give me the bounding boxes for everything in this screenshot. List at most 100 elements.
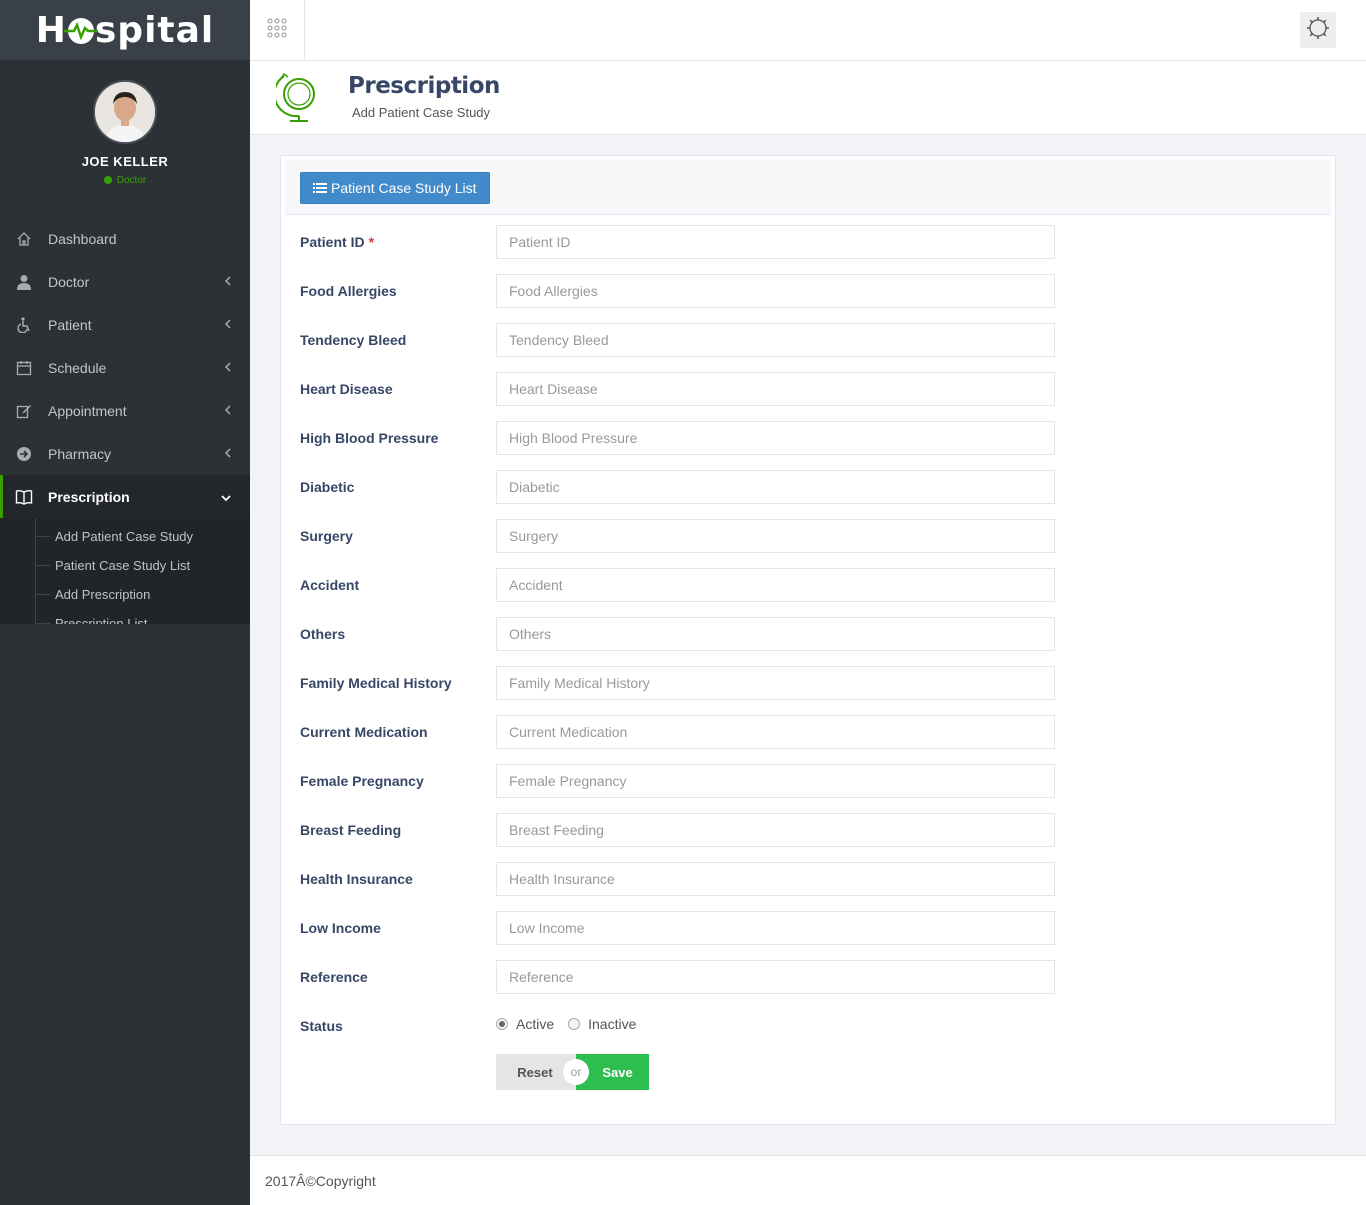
submenu-item-prescription-list[interactable]: Prescription List	[0, 609, 250, 624]
sidebar-item-label: Pharmacy	[48, 445, 112, 462]
health-insurance-input[interactable]	[496, 862, 1055, 896]
form-row-low-income: Low Income	[300, 911, 1060, 954]
patient-case-study-list-button[interactable]: Patient Case Study List	[300, 172, 490, 204]
status-label: Status	[300, 1018, 343, 1034]
content-header: Prescription Add Patient Case Study	[250, 61, 1366, 135]
status-inactive-label[interactable]: Inactive	[588, 1016, 636, 1032]
hospital-logo[interactable]: H spital	[36, 10, 215, 51]
avatar[interactable]	[93, 80, 157, 144]
sidebar: H spital JOE KELLER Doctor Dashboard Doc…	[0, 0, 250, 1205]
logo-text-end: spital	[94, 9, 215, 51]
form-row-heart-disease: Heart Disease	[300, 372, 1060, 415]
chevron-down-icon	[220, 489, 232, 505]
heart-disease-label: Heart Disease	[300, 381, 393, 397]
footer: 2017Â©Copyright	[250, 1155, 1366, 1205]
accident-input[interactable]	[496, 568, 1055, 602]
sidebar-item-schedule[interactable]: Schedule	[0, 346, 250, 389]
settings-button[interactable]	[1300, 12, 1336, 48]
form-row-accident: Accident	[300, 568, 1060, 611]
submenu-item-patient-case-study-list[interactable]: Patient Case Study List	[0, 551, 250, 580]
heartbeat-logo-icon	[63, 18, 98, 44]
reference-input[interactable]	[496, 960, 1055, 994]
chevron-left-icon	[224, 446, 232, 462]
user-profile: JOE KELLER Doctor	[0, 60, 250, 210]
apps-grid-button[interactable]	[250, 0, 305, 60]
home-icon	[15, 230, 33, 248]
others-input[interactable]	[496, 617, 1055, 651]
or-separator: or	[563, 1059, 589, 1085]
wheelchair-icon	[15, 316, 33, 334]
arrow-circle-icon	[15, 445, 33, 463]
list-button-label: Patient Case Study List	[331, 180, 477, 196]
form-row-female-pregnancy: Female Pregnancy	[300, 764, 1060, 807]
status-active-radio[interactable]	[496, 1018, 508, 1030]
surgery-label: Surgery	[300, 528, 353, 544]
form-row-food-allergies: Food Allergies	[300, 274, 1060, 317]
book-icon	[15, 488, 33, 506]
page-title: Prescription	[348, 73, 500, 99]
sidebar-item-prescription[interactable]: Prescription	[0, 475, 250, 518]
surgery-input[interactable]	[496, 519, 1055, 553]
form-row-others: Others	[300, 617, 1060, 660]
high-blood-pressure-label: High Blood Pressure	[300, 430, 439, 446]
female-pregnancy-input[interactable]	[496, 764, 1055, 798]
form-row-surgery: Surgery	[300, 519, 1060, 562]
food-allergies-label: Food Allergies	[300, 283, 397, 299]
form-row-health-insurance: Health Insurance	[300, 862, 1060, 905]
sidebar-item-patient[interactable]: Patient	[0, 303, 250, 346]
sidebar-item-doctor[interactable]: Doctor	[0, 260, 250, 303]
tendency-bleed-input[interactable]	[496, 323, 1055, 357]
required-marker: *	[368, 234, 375, 250]
sidebar-item-appointment[interactable]: Appointment	[0, 389, 250, 432]
heart-disease-input[interactable]	[496, 372, 1055, 406]
diabetic-label: Diabetic	[300, 479, 355, 495]
page-subtitle: Add Patient Case Study	[352, 105, 491, 120]
family-medical-history-input[interactable]	[496, 666, 1055, 700]
breast-feeding-input[interactable]	[496, 813, 1055, 847]
tendency-bleed-label: Tendency Bleed	[300, 332, 407, 348]
form-row-family-medical-history: Family Medical History	[300, 666, 1060, 709]
logo-text-start: H	[35, 9, 67, 51]
form-row-status: Status Active Inactive	[300, 1016, 1060, 1052]
calendar-icon	[15, 359, 33, 377]
user-name: JOE KELLER	[81, 154, 169, 169]
sidebar-item-pharmacy[interactable]: Pharmacy	[0, 432, 250, 475]
status-inactive-radio[interactable]	[568, 1018, 581, 1030]
current-medication-label: Current Medication	[300, 724, 428, 740]
sidebar-item-label: Prescription	[48, 488, 130, 505]
gear-icon	[1306, 16, 1330, 45]
submenu-item-add-prescription[interactable]: Add Prescription	[0, 580, 250, 609]
low-income-input[interactable]	[496, 911, 1055, 945]
sidebar-item-dashboard[interactable]: Dashboard	[0, 217, 250, 260]
form-row-diabetic: Diabetic	[300, 470, 1060, 513]
user-role-label: Doctor	[116, 175, 147, 186]
food-allergies-input[interactable]	[496, 274, 1055, 308]
breast-feeding-label: Breast Feeding	[300, 822, 402, 838]
edit-icon	[15, 402, 33, 420]
sidebar-item-label: Schedule	[48, 359, 107, 376]
patient-id-label-text: Patient ID	[300, 234, 365, 250]
form-panel: Patient Case Study List Patient ID* Food…	[280, 155, 1336, 1125]
form-row-tendency-bleed: Tendency Bleed	[300, 323, 1060, 366]
family-medical-history-label: Family Medical History	[300, 675, 452, 691]
submenu-item-add-patient-case-study[interactable]: Add Patient Case Study	[0, 522, 250, 551]
female-pregnancy-label: Female Pregnancy	[300, 773, 424, 789]
copyright-text: 2017Â©Copyright	[265, 1172, 376, 1189]
chevron-left-icon	[224, 274, 232, 290]
prescription-submenu: Add Patient Case Study Patient Case Stud…	[0, 518, 250, 624]
logo-bar[interactable]: H spital	[0, 0, 250, 60]
patient-id-label: Patient ID *	[300, 234, 374, 250]
sidebar-item-label: Dashboard	[48, 230, 117, 247]
list-icon	[313, 182, 327, 194]
diabetic-input[interactable]	[496, 470, 1055, 504]
form-row-breast-feeding: Breast Feeding	[300, 813, 1060, 856]
form-row-high-blood-pressure: High Blood Pressure	[300, 421, 1060, 464]
status-active-label[interactable]: Active	[516, 1016, 554, 1032]
low-income-label: Low Income	[300, 920, 381, 936]
current-medication-input[interactable]	[496, 715, 1055, 749]
user-role: Doctor	[0, 175, 250, 186]
high-blood-pressure-input[interactable]	[496, 421, 1055, 455]
sidebar-item-label: Doctor	[48, 273, 90, 290]
patient-id-input[interactable]	[496, 225, 1055, 259]
sidebar-item-label: Appointment	[48, 402, 127, 419]
